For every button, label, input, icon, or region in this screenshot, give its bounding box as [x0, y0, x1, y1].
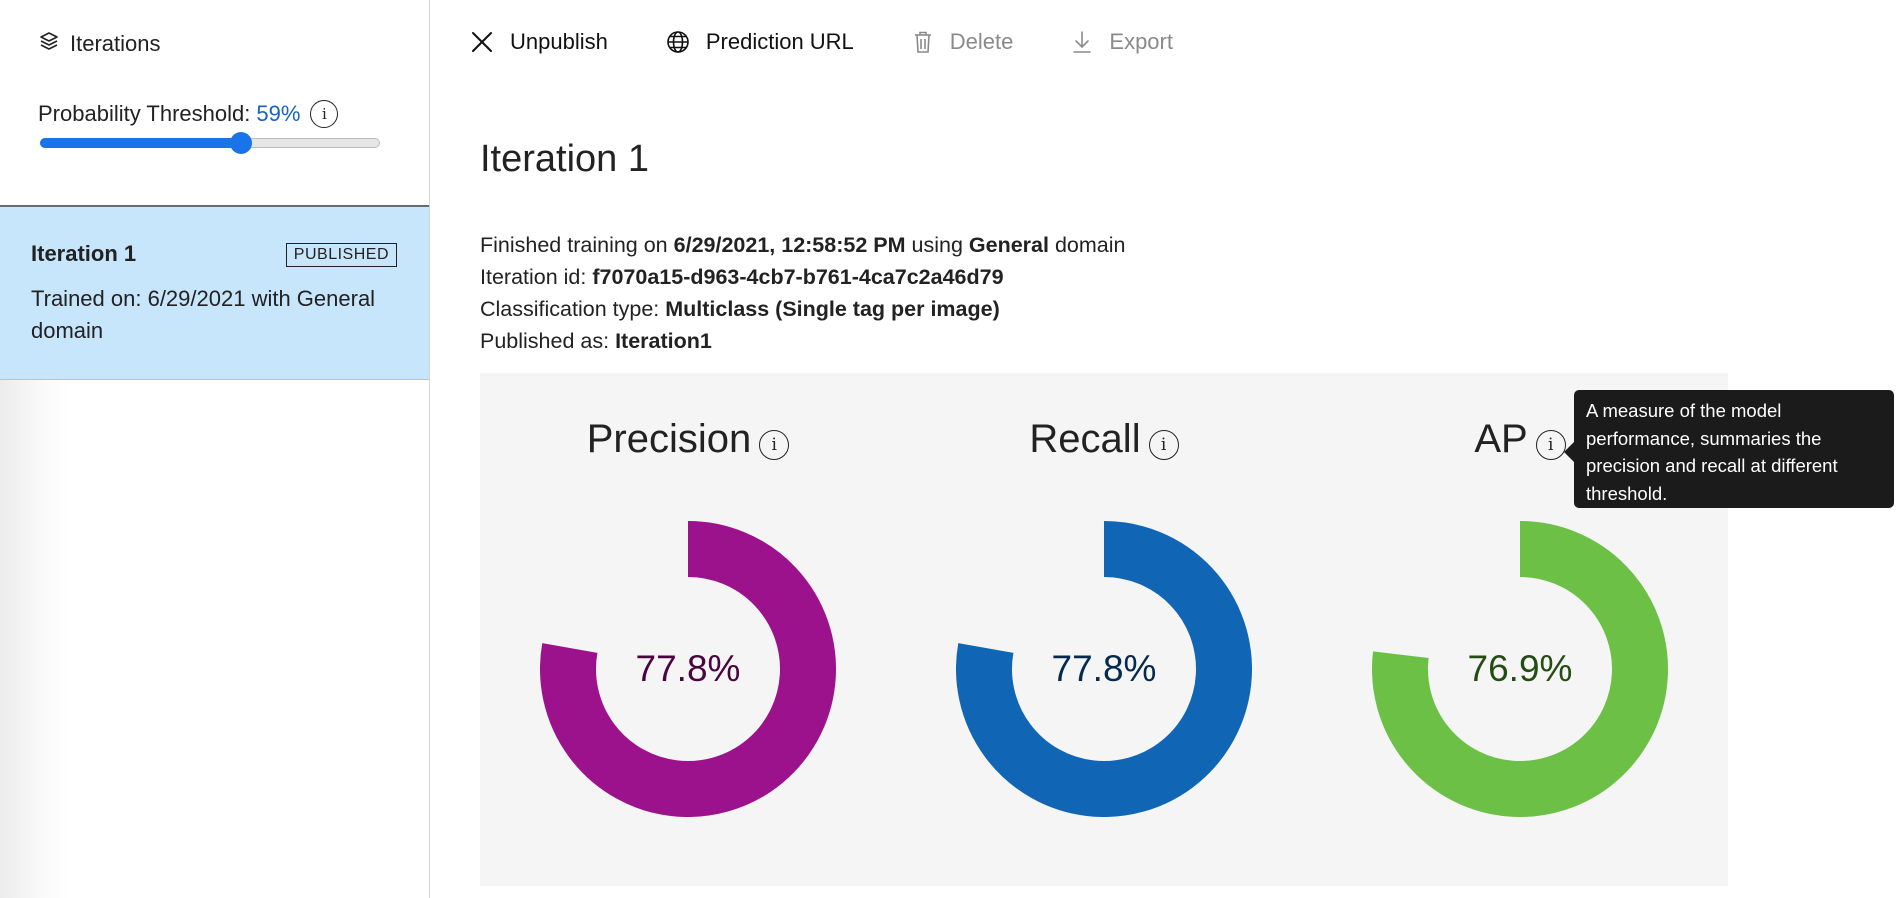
iteration-id-value: f7070a15-d963-4cb7-b761-4ca7c2a46d79	[592, 265, 1004, 289]
iterations-header[interactable]: Iterations	[38, 30, 161, 58]
iterations-header-label: Iterations	[70, 31, 161, 56]
unpublish-button[interactable]: Unpublish	[470, 20, 608, 64]
recall-value: 77.8%	[1051, 648, 1157, 689]
iteration-description: Trained on: 6/29/2021 with General domai…	[31, 286, 376, 343]
recall-info-icon[interactable]: i	[1148, 429, 1179, 460]
recall-label: Recall	[1029, 417, 1141, 461]
precision-info-icon[interactable]: i	[759, 429, 790, 460]
probability-threshold: Probability Threshold: 59% i	[38, 100, 339, 128]
iteration-name: Iteration 1	[31, 241, 137, 266]
page-title: Iteration 1	[480, 138, 649, 180]
precision-value: 77.8%	[635, 648, 741, 689]
threshold-slider[interactable]	[40, 132, 380, 154]
classification-line: Classification type: Multiclass (Single …	[480, 293, 1125, 325]
using-word: using	[911, 233, 963, 257]
export-button[interactable]: Export	[1071, 20, 1173, 64]
domain-suffix: domain	[1054, 233, 1126, 257]
threshold-info-icon[interactable]: i	[310, 100, 339, 128]
precision-metric: Precision i 77.8%	[480, 373, 896, 886]
threshold-label: Probability Threshold:	[38, 101, 251, 126]
finished-date: 6/29/2021, 12:58:52 PM	[673, 233, 906, 257]
ap-info-icon[interactable]: i	[1535, 429, 1566, 460]
training-info-line: Finished training on 6/29/2021, 12:58:52…	[480, 229, 1125, 261]
toolbar: Unpublish Prediction URL Delete Export	[470, 20, 1231, 64]
iteration-id-label: Iteration id:	[480, 265, 587, 289]
iteration-id-line: Iteration id: f7070a15-d963-4cb7-b761-4c…	[480, 261, 1125, 293]
published-label: Published as:	[480, 329, 610, 353]
layers-icon	[38, 30, 60, 58]
ap-tooltip: A measure of the model performance, summ…	[1564, 390, 1894, 508]
threshold-value: 59%	[256, 101, 301, 126]
ap-label: AP	[1474, 417, 1528, 461]
prediction-url-button[interactable]: Prediction URL	[666, 20, 854, 64]
delete-label: Delete	[949, 29, 1014, 54]
iteration-details: Finished training on 6/29/2021, 12:58:52…	[480, 229, 1125, 357]
download-icon	[1071, 30, 1093, 54]
slider-thumb[interactable]	[229, 132, 252, 154]
recall-title: Recall i	[896, 417, 1312, 462]
sidebar: Iterations Probability Threshold: 59% i …	[0, 0, 430, 898]
precision-title: Precision i	[480, 417, 896, 462]
published-badge: PUBLISHED	[285, 243, 397, 267]
sidebar-top-panel: Iterations Probability Threshold: 59% i	[0, 0, 429, 207]
domain-name: General	[968, 233, 1049, 257]
globe-icon	[666, 30, 690, 54]
trash-icon	[912, 30, 934, 54]
precision-label: Precision	[586, 417, 752, 461]
classification-label: Classification type:	[480, 297, 660, 321]
export-label: Export	[1109, 29, 1173, 54]
recall-metric: Recall i 77.8%	[896, 373, 1312, 886]
prediction-url-label: Prediction URL	[705, 29, 854, 54]
classification-value: Multiclass (Single tag per image)	[665, 297, 1000, 321]
finished-prefix: Finished training on	[480, 233, 668, 257]
iteration-list-item[interactable]: Iteration 1 PUBLISHED Trained on: 6/29/2…	[0, 207, 429, 380]
published-line: Published as: Iteration1	[480, 325, 1125, 357]
ap-value: 76.9%	[1467, 648, 1573, 689]
unpublish-label: Unpublish	[510, 29, 608, 54]
published-value: Iteration1	[615, 329, 712, 353]
slider-fill	[40, 138, 241, 148]
close-icon	[470, 30, 494, 54]
delete-button[interactable]: Delete	[912, 20, 1014, 64]
metrics-panel: Precision i 77.8% Recall i 77.8% AP i 76…	[480, 373, 1728, 886]
